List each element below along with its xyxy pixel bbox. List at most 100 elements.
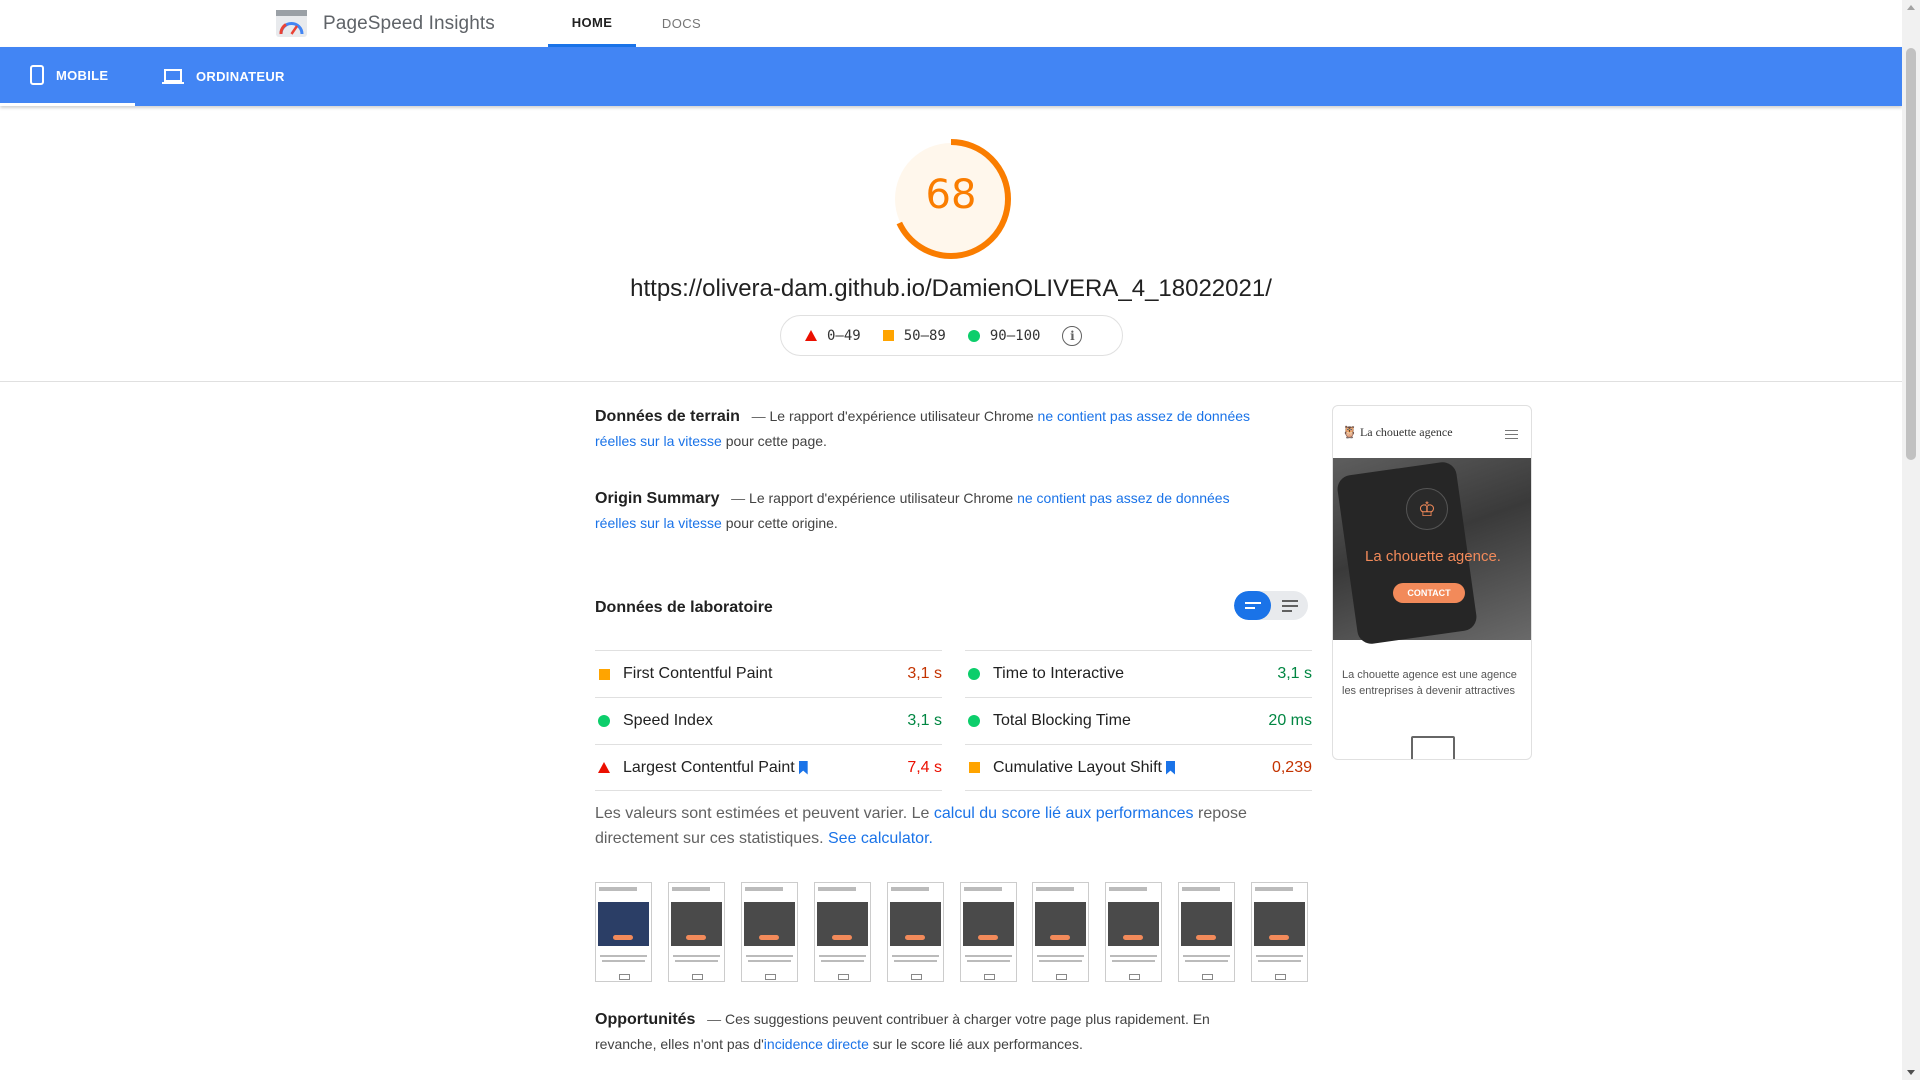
field-data-text-after: pour cette page. [725,433,827,449]
header-divider [0,381,1902,382]
filmstrip [595,882,1309,982]
lab-data-title: Données de laboratoire [595,599,773,616]
filmstrip-frame [595,882,652,982]
device-bar: MOBILE ORDINATEUR [0,47,1902,106]
filmstrip-frame [740,882,798,982]
metric-value: 3,1 s [1277,665,1312,682]
pass-circle-icon [598,715,610,727]
metric-value: 3,1 s [907,712,942,729]
preview-hero: ♔ La chouette agence. CONTACT [1333,458,1531,646]
filmstrip-frame [1251,882,1309,982]
scroll-up-arrow-icon[interactable] [1907,5,1915,10]
smartphone-icon [30,65,44,85]
preview-body-line-1: La chouette agence est une agence [1342,669,1517,681]
browser-window-icon [1411,736,1455,759]
score-legend: 0–49 50–89 90–100 i [780,315,1123,356]
filmstrip-frame [886,882,944,982]
opportunities-title: Opportunités [595,1011,696,1028]
tab-home[interactable]: HOME [548,0,636,47]
field-data-title: Données de terrain [595,408,740,425]
pass-circle-icon [968,715,980,727]
metric-row: Time to Interactive 3,1 s [965,650,1312,697]
origin-summary-text-after: pour cette origine. [725,515,838,531]
performance-score: 68 [925,172,977,218]
preview-header: 🦉 La chouette agence [1333,406,1531,458]
see-calculator-link[interactable]: See calculator. [828,830,933,847]
scrollbar-thumb[interactable] [1906,48,1916,460]
preview-hero-title: La chouette agence. [1365,548,1501,565]
tab-desktop[interactable]: ORDINATEUR [160,47,300,106]
metric-label: Speed Index [623,712,713,729]
fail-triangle-icon [598,762,610,773]
legend-average-label: 50–89 [903,327,946,344]
metrics-column-left: First Contentful Paint 3,1 s Speed Index 3,… [595,650,942,791]
metric-label: Largest Contentful Paint [623,758,795,776]
field-data-dash: — [751,408,766,424]
score-calculation-link[interactable]: calcul du score lié aux performances [934,805,1194,822]
metric-value: 0,239 [1271,758,1312,776]
preview-logo: 🦉 La chouette agence [1342,425,1453,440]
estimate-note: Les valeurs sont estimées et peuvent var… [595,801,1308,851]
origin-summary-section: Origin Summary — Le rapport d'expérience… [595,486,1255,536]
final-screenshot: 🦉 La chouette agence ♔ La chouette agenc… [1332,405,1532,760]
top-bar: PageSpeed Insights HOME DOCS [0,0,1902,47]
compact-view-button[interactable] [1234,591,1271,620]
expanded-list-icon [1281,599,1298,612]
metric-value: 20 ms [1268,712,1312,729]
scrollbar[interactable] [1902,0,1920,1080]
core-web-vital-bookmark-icon [1165,760,1175,775]
metric-status-icon [598,715,610,727]
direct-impact-link[interactable]: incidence directe [764,1036,869,1052]
pass-circle-icon [967,329,980,342]
owl-icon: 🦉 [1342,425,1357,439]
metric-row: Total Blocking Time 20 ms [965,697,1312,744]
metric-status-icon [968,762,980,773]
field-data-text: Le rapport d'expérience utilisateur Chro… [769,408,1034,424]
tab-mobile[interactable]: MOBILE [0,47,135,106]
hamburger-menu-icon [1505,430,1518,439]
preview-body-text: La chouette agence est une agence les en… [1342,667,1531,699]
analyzed-url: https://olivera-dam.github.io/DamienOLIV… [630,275,1272,302]
metrics-column-right: Time to Interactive 3,1 s Total Blocking T… [965,650,1312,791]
metric-row: First Contentful Paint 3,1 s [595,650,942,697]
metric-status-icon [968,715,980,727]
tab-mobile-label: MOBILE [56,67,109,83]
scroll-down-arrow-icon[interactable] [1907,1070,1915,1075]
filmstrip-frame [813,882,871,982]
tab-docs[interactable]: DOCS [644,0,719,47]
filmstrip-frame [1178,882,1236,982]
opportunities-dash: — [707,1011,722,1027]
info-icon[interactable]: i [1062,325,1083,346]
core-web-vital-bookmark-icon [798,760,808,775]
average-square-icon [598,668,610,680]
metric-row: Cumulative Layout Shift 0,239 [965,744,1312,791]
preview-body-line-2: les entreprises à devenir attractives [1342,685,1516,697]
metric-label: Total Blocking Time [993,712,1131,729]
opportunities-section: Opportunités — Ces suggestions peuvent c… [595,1007,1255,1057]
metric-status-icon [598,762,610,773]
metric-status-icon [598,668,610,680]
app-title[interactable]: PageSpeed Insights [323,13,495,35]
metric-row: Largest Contentful Paint 7,4 s [595,744,942,791]
laptop-icon [162,68,184,84]
filmstrip-frame [1032,882,1090,982]
filmstrip-frame [959,882,1017,982]
metric-label: Time to Interactive [993,665,1125,682]
metric-label: Cumulative Layout Shift [993,758,1162,776]
pass-circle-icon [968,668,980,680]
tab-desktop-label: ORDINATEUR [196,69,285,84]
metric-value: 7,4 s [907,758,942,776]
origin-summary-dash: — [731,490,746,506]
average-square-icon [968,762,980,773]
estimate-text: Les valeurs sont estimées et peuvent var… [595,805,930,822]
preview-site-name: La chouette agence [1359,425,1453,439]
origin-summary-title: Origin Summary [595,490,720,507]
expanded-view-button[interactable] [1271,591,1308,620]
average-square-icon [882,330,894,341]
opportunities-text-after: sur le score lié aux performances. [872,1036,1083,1052]
pagespeed-logo-icon[interactable] [276,10,307,37]
metrics-view-toggle[interactable] [1234,591,1308,620]
filmstrip-frame [1105,882,1163,982]
metric-row: Speed Index 3,1 s [595,697,942,744]
fail-triangle-icon [805,330,817,341]
